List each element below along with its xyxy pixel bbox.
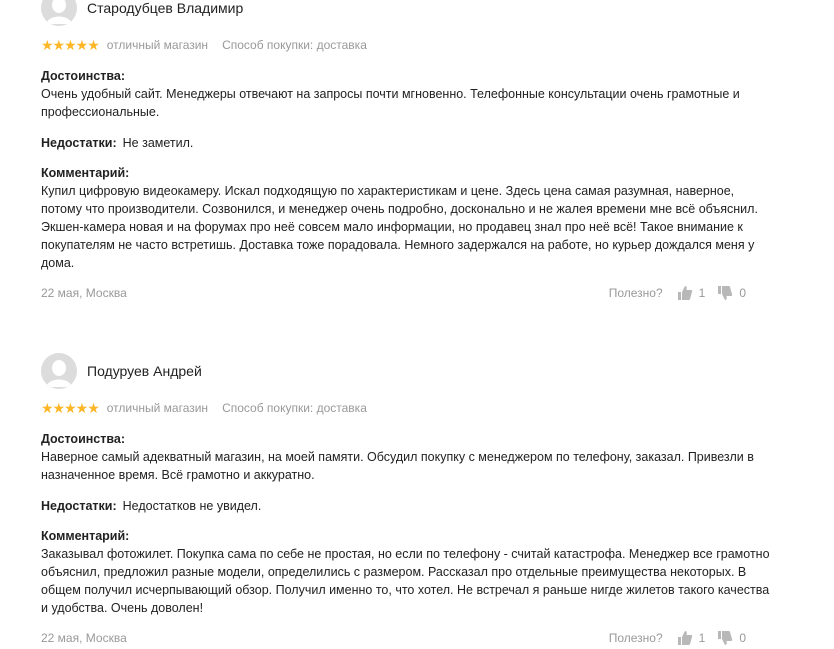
rating-stars: ★★★★★ bbox=[41, 400, 100, 416]
user-silhouette-icon bbox=[41, 0, 77, 26]
useful-label: Полезно? bbox=[608, 286, 663, 300]
vote-controls: Полезно? 1 0 bbox=[609, 284, 746, 302]
dislike-count: 0 bbox=[739, 286, 746, 300]
cons-section: Недостатки: Не заметил. bbox=[41, 134, 771, 152]
pros-title: Достоинства: bbox=[41, 432, 126, 446]
cons-section: Недостатки: Недостатков не увидел. bbox=[41, 497, 771, 515]
rating-grade: отличный магазин bbox=[106, 401, 209, 415]
review-footer: 22 мая, Москва Полезно? 1 0 bbox=[41, 284, 746, 302]
review-date: 22 мая, Москва bbox=[41, 286, 127, 300]
dislike-count: 0 bbox=[739, 631, 746, 645]
avatar[interactable] bbox=[41, 0, 77, 26]
pros-title: Достоинства: bbox=[41, 69, 126, 83]
thumb-up-icon[interactable] bbox=[677, 285, 693, 301]
thumb-up-icon[interactable] bbox=[677, 630, 693, 646]
comment-text: Заказывал фотожилет. Покупка сама по себ… bbox=[41, 547, 770, 615]
vote-controls: Полезно? 1 0 bbox=[609, 629, 746, 647]
pros-section: Достоинства: Очень удобный сайт. Менедже… bbox=[41, 67, 771, 121]
review-author: Подуруев Андрей bbox=[41, 353, 202, 389]
review-meta: ★★★★★ отличный магазин Способ покупки: д… bbox=[41, 400, 367, 416]
author-name[interactable]: Подуруев Андрей bbox=[87, 362, 202, 380]
rating-grade: отличный магазин bbox=[106, 38, 209, 52]
pros-text: Наверное самый адекватный магазин, на мо… bbox=[41, 450, 754, 482]
author-name[interactable]: Стародубцев Владимир bbox=[87, 0, 243, 17]
like-count: 1 bbox=[698, 631, 706, 645]
rating-stars: ★★★★★ bbox=[41, 37, 100, 53]
review-footer: 22 мая, Москва Полезно? 1 0 bbox=[41, 629, 746, 647]
avatar[interactable] bbox=[41, 353, 77, 389]
cons-text: Не заметил. bbox=[122, 136, 194, 150]
thumb-down-icon[interactable] bbox=[717, 285, 733, 301]
comment-section: Комментарий: Заказывал фотожилет. Покупк… bbox=[41, 527, 771, 617]
user-silhouette-icon bbox=[41, 353, 77, 389]
comment-title: Комментарий: bbox=[41, 529, 130, 543]
pros-section: Достоинства: Наверное самый адекватный м… bbox=[41, 430, 771, 484]
purchase-method: Способ покупки: доставка bbox=[222, 38, 367, 52]
review-date: 22 мая, Москва bbox=[41, 631, 127, 645]
comment-text: Купил цифровую видеокамеру. Искал подход… bbox=[41, 184, 758, 270]
comment-section: Комментарий: Купил цифровую видеокамеру.… bbox=[41, 164, 771, 272]
thumb-down-icon[interactable] bbox=[717, 630, 733, 646]
cons-title: Недостатки: bbox=[41, 136, 117, 150]
purchase-method: Способ покупки: доставка bbox=[222, 401, 367, 415]
comment-title: Комментарий: bbox=[41, 166, 130, 180]
cons-title: Недостатки: bbox=[41, 499, 117, 513]
review-meta: ★★★★★ отличный магазин Способ покупки: д… bbox=[41, 37, 367, 53]
review-author: Стародубцев Владимир bbox=[41, 0, 243, 26]
cons-text: Недостатков не увидел. bbox=[122, 499, 262, 513]
pros-text: Очень удобный сайт. Менеджеры отвечают н… bbox=[41, 87, 740, 119]
useful-label: Полезно? bbox=[608, 631, 663, 645]
like-count: 1 bbox=[698, 286, 706, 300]
